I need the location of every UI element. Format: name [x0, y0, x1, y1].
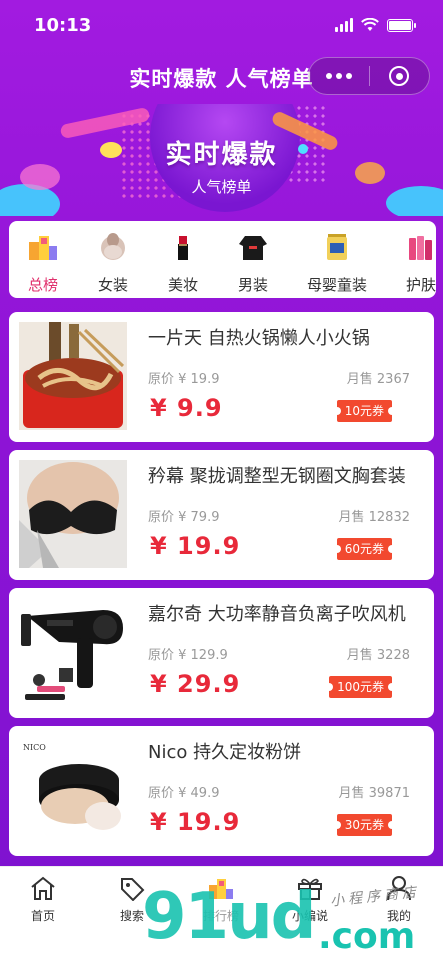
product-thumbnail — [19, 598, 127, 706]
category-strip: 总榜 女装 美妆 男装 母婴童装 护肤 — [9, 221, 436, 298]
men-hoodie-icon — [239, 236, 267, 260]
banner-title: 实时爆款 — [165, 140, 278, 170]
ranking-blocks-icon — [29, 236, 57, 260]
product-thumbnail: NICO — [19, 736, 127, 844]
banner-subtitle: 人气榜单 — [191, 178, 252, 196]
category-tab-women[interactable]: 女装 — [82, 221, 144, 298]
product-card[interactable]: NICO Nico 持久定妆粉饼 原价 ¥ 49.9 月售 39871 ¥ 19… — [9, 726, 434, 856]
navbar: 实时爆款 人气榜单 — [0, 55, 443, 99]
battery-icon — [387, 18, 416, 32]
current-price: ¥ 29.9 — [150, 670, 241, 698]
mini-program-capsule — [308, 57, 430, 95]
current-price: ¥ 9.9 — [150, 394, 223, 422]
product-card[interactable]: 一片天 自热火锅懒人小火锅 原价 ¥ 19.9 月售 2367 ¥ 9.9 10… — [9, 312, 434, 442]
more-menu-icon[interactable] — [309, 73, 369, 79]
status-time: 10:13 — [34, 15, 92, 36]
category-label: 男装 — [237, 276, 268, 294]
monthly-sales: 月售 2367 — [346, 372, 410, 387]
category-tab-baby[interactable]: 母婴童装 — [306, 221, 368, 298]
category-tab-skincare[interactable]: 护肤 — [390, 221, 436, 298]
close-target-icon[interactable] — [370, 66, 430, 86]
original-price: 原价 ¥ 19.9 — [148, 372, 220, 387]
category-label: 美妆 — [167, 276, 198, 294]
category-tab-beauty[interactable]: 美妆 — [152, 221, 214, 298]
original-price: 原价 ¥ 129.9 — [148, 648, 228, 663]
product-thumbnail — [19, 322, 127, 430]
current-price: ¥ 19.9 — [150, 532, 241, 560]
signal-icon — [335, 18, 353, 32]
watermark-logo: 91ud — [142, 880, 316, 954]
status-bar: 10:13 — [0, 0, 443, 50]
monthly-sales: 月售 12832 — [338, 510, 411, 525]
product-card[interactable]: 嘉尔奇 大功率静音负离子吹风机 原价 ¥ 129.9 月售 3228 ¥ 29.… — [9, 588, 434, 718]
coupon-badge[interactable]: 10元券 — [332, 400, 397, 422]
monthly-sales: 月售 39871 — [338, 786, 411, 801]
coupon-badge[interactable]: 30元券 — [332, 814, 397, 836]
lipstick-icon — [178, 236, 188, 260]
current-price: ¥ 19.9 — [150, 808, 241, 836]
product-card[interactable]: 矜幕 聚拢调整型无钢圈文胸套装 原价 ¥ 79.9 月售 12832 ¥ 19.… — [9, 450, 434, 580]
category-tab-overall[interactable]: 总榜 — [12, 221, 74, 298]
product-title: 嘉尔奇 大功率静音负离子吹风机 — [148, 604, 406, 625]
product-title: 一片天 自热火锅懒人小火锅 — [148, 328, 370, 349]
original-price: 原价 ¥ 49.9 — [148, 786, 220, 801]
product-thumbnail — [19, 460, 127, 568]
category-label: 母婴童装 — [306, 276, 367, 294]
category-tab-men[interactable]: 男装 — [222, 221, 284, 298]
category-label: 总榜 — [27, 276, 58, 294]
monthly-sales: 月售 3228 — [346, 648, 410, 663]
milk-powder-icon — [327, 234, 347, 260]
women-clothing-icon — [101, 233, 125, 260]
coupon-badge[interactable]: 100元券 — [325, 676, 396, 698]
coupon-badge[interactable]: 60元券 — [332, 538, 397, 560]
hero-banner: 实时爆款 人气榜单 — [0, 104, 443, 216]
status-icons — [335, 18, 416, 32]
category-label: 女装 — [97, 276, 128, 294]
product-title: 矜幕 聚拢调整型无钢圈文胸套装 — [148, 466, 406, 487]
category-label: 护肤 — [405, 276, 436, 294]
wifi-icon — [361, 18, 379, 31]
skincare-bottles-icon — [409, 236, 432, 260]
product-title: Nico 持久定妆粉饼 — [148, 742, 302, 763]
brand-logo: NICO — [23, 743, 46, 752]
original-price: 原价 ¥ 79.9 — [148, 510, 220, 525]
tab-label: 首页 — [30, 909, 55, 923]
tab-home[interactable]: 首页 — [8, 875, 78, 935]
watermark-domain: .com — [318, 916, 416, 957]
home-icon — [31, 876, 55, 900]
